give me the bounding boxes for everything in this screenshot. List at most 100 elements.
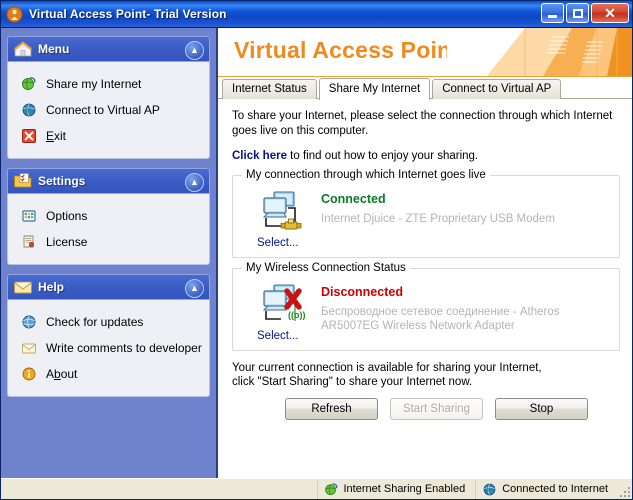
sidebar-item-check-for-updates[interactable]: Check for updates [8, 309, 209, 335]
sidebar-item-label: Exit [46, 129, 66, 143]
status-cell-sharing-label: Internet Sharing Enabled [343, 483, 466, 495]
tab-internet-status[interactable]: Internet Status [222, 79, 317, 99]
about-label-pre: A [46, 367, 55, 381]
sidebar-panel-settings-header[interactable]: Settings ▲ [7, 168, 210, 194]
connection-status: Connected [321, 192, 386, 206]
maximize-button[interactable] [566, 3, 589, 23]
title-bar: Virtual Access Point- Trial Version ✕ [1, 1, 632, 28]
chevron-up-icon[interactable]: ▲ [185, 279, 204, 298]
tab-bar: Internet Status Share My Internet Connec… [218, 77, 632, 100]
license-scroll-icon [21, 234, 37, 250]
chevron-up-icon[interactable]: ▲ [185, 41, 204, 60]
folder-checklist-icon [13, 171, 33, 191]
group-internet-connection: My connection through which Internet goe… [232, 169, 620, 258]
sidebar-item-label: Options [46, 209, 88, 223]
svg-text:((o)): ((o)) [288, 310, 306, 320]
globe-blue-icon [21, 102, 37, 118]
page-title: Virtual Access Point [234, 37, 460, 63]
status-cell-sharing: Internet Sharing Enabled [316, 479, 476, 499]
tab-connect-to-virtual-ap[interactable]: Connect to Virtual AP [432, 79, 562, 99]
sidebar: Menu ▲ Share my Internet Connect to Virt… [1, 28, 217, 478]
window-title: Virtual Access Point- Trial Version [29, 7, 227, 21]
window-controls: ✕ [541, 3, 629, 23]
two-monitors-connected-icon [254, 188, 310, 236]
wireless-status: Disconnected [321, 285, 403, 299]
maximize-icon [572, 8, 583, 18]
status-cell-internet-label: Connected to Internet [502, 483, 608, 495]
group-legend: My Wireless Connection Status [242, 262, 410, 274]
sidebar-item-label: Check for updates [46, 315, 144, 329]
main-content-area: Virtual Access Point Internet Status Sha… [217, 28, 632, 478]
exit-red-x-icon [21, 128, 37, 144]
group-wireless-status: My Wireless Connection Status ((o)) Sele… [232, 262, 620, 351]
sidebar-item-connect-to-virtual-ap[interactable]: Connect to Virtual AP [8, 97, 209, 123]
sidebar-item-label: License [46, 235, 88, 249]
sidebar-item-label: Write comments to developer [46, 341, 202, 355]
app-orb-icon [6, 5, 23, 23]
about-label-rest: out [60, 367, 78, 381]
click-here-link[interactable]: Click here [232, 150, 287, 162]
tab-panel-share-my-internet: To share your Internet, please select th… [218, 99, 632, 478]
footer-message-line2: click "Start Sharing" to share your Inte… [232, 376, 473, 388]
footer-message-line1: Your current connection is available for… [232, 362, 542, 374]
wireless-adapter-name: Беспроводное сетевое соединение - Athero… [321, 306, 560, 332]
close-button[interactable]: ✕ [591, 3, 629, 23]
envelope-small-icon [21, 340, 37, 356]
sidebar-panel-settings-title: Settings [38, 174, 86, 188]
action-button-row: Refresh Start Sharing Stop [232, 398, 620, 420]
tab-label: Share My Internet [328, 83, 421, 95]
sidebar-panel-menu-header[interactable]: Menu ▲ [7, 36, 210, 62]
options-grid-icon [21, 208, 37, 224]
instruction-text: To share your Internet, please select th… [232, 110, 613, 137]
help-link-line: Click here to find out how to enjoy your… [232, 150, 620, 162]
close-icon: ✕ [604, 5, 616, 21]
sidebar-panel-menu: Menu ▲ Share my Internet Connect to Virt… [7, 36, 210, 159]
house-icon [13, 39, 33, 59]
adapter-name: Internet Djuice - ZTE Proprietary USB Mo… [321, 213, 555, 225]
select-connection-link[interactable]: Select... [243, 237, 299, 249]
minimize-icon [548, 15, 557, 18]
start-sharing-button-label: Start Sharing [402, 403, 471, 415]
window-body: Menu ▲ Share my Internet Connect to Virt… [1, 28, 632, 478]
start-sharing-button[interactable]: Start Sharing [390, 398, 483, 420]
tab-share-my-internet[interactable]: Share My Internet [318, 78, 431, 100]
select-wireless-link[interactable]: Select... [243, 330, 299, 342]
status-cell-internet: Connected to Internet [475, 479, 618, 499]
sidebar-panel-settings-body: Options License [7, 194, 210, 265]
sidebar-panel-menu-title: Menu [38, 42, 70, 56]
app-banner: Virtual Access Point [218, 28, 632, 77]
refresh-button[interactable]: Refresh [285, 398, 378, 420]
banner-building-graphic [447, 28, 632, 76]
exit-label-rest: xit [54, 129, 67, 143]
refresh-button-label: Refresh [311, 403, 352, 415]
sidebar-item-label: Connect to Virtual AP [46, 103, 160, 117]
sidebar-panel-settings: Settings ▲ Options License [7, 168, 210, 265]
sidebar-item-license[interactable]: License [8, 229, 209, 255]
sidebar-item-exit[interactable]: Exit [8, 123, 209, 149]
sidebar-panel-help-header[interactable]: Help ▲ [7, 274, 210, 300]
footer-message: Your current connection is available for… [232, 361, 620, 389]
status-bar: Internet Sharing Enabled Connected to In… [1, 478, 632, 499]
sidebar-panel-help: Help ▲ Check for updates Write comments … [7, 274, 210, 397]
sidebar-item-share-my-internet[interactable]: Share my Internet [8, 71, 209, 97]
sidebar-panel-help-body: Check for updates Write comments to deve… [7, 300, 210, 397]
group-legend: My connection through which Internet goe… [242, 169, 490, 181]
sidebar-item-about[interactable]: About [8, 361, 209, 387]
sidebar-item-label: Share my Internet [46, 77, 142, 91]
about-mnemonic: b [54, 367, 61, 381]
tab-label: Internet Status [232, 83, 307, 95]
about-info-icon [21, 366, 37, 382]
sidebar-item-label: About [46, 367, 77, 381]
chevron-up-icon[interactable]: ▲ [185, 173, 204, 192]
sidebar-item-write-comments[interactable]: Write comments to developer [8, 335, 209, 361]
sidebar-item-options[interactable]: Options [8, 203, 209, 229]
envelope-icon [13, 277, 33, 297]
minimize-button[interactable] [541, 3, 564, 23]
sidebar-panel-menu-body: Share my Internet Connect to Virtual AP [7, 62, 210, 159]
globe-green-icon [21, 76, 37, 92]
sidebar-panel-help-title: Help [38, 280, 65, 294]
resize-grip-icon[interactable] [618, 485, 630, 497]
stop-button[interactable]: Stop [495, 398, 588, 420]
exit-mnemonic: E [46, 129, 55, 143]
globe-green-icon [324, 482, 339, 497]
